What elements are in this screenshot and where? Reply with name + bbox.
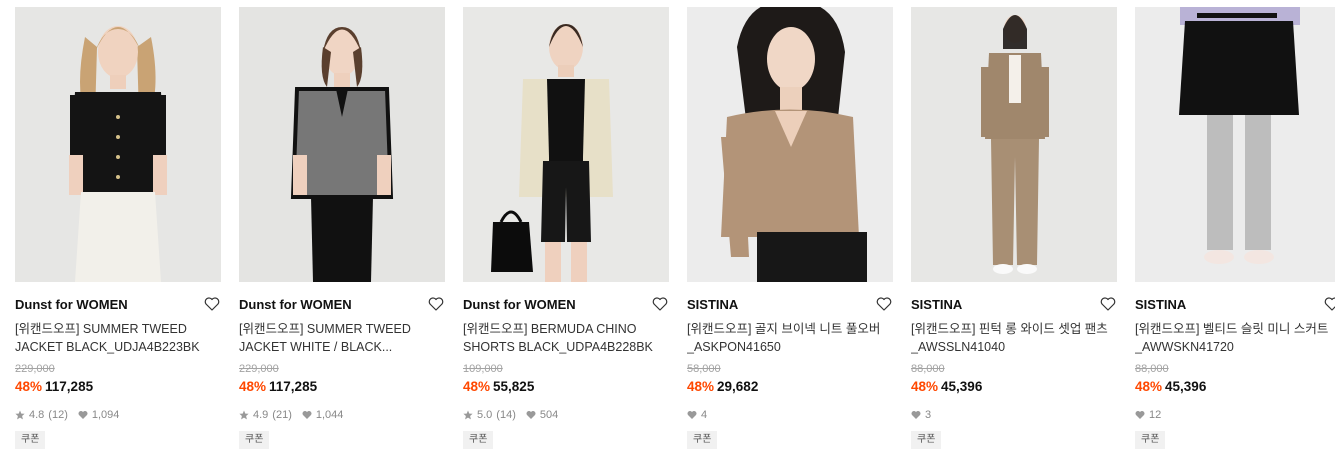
product-image[interactable] — [15, 7, 221, 282]
discount-rate: 48% — [463, 379, 491, 394]
star-icon — [463, 410, 473, 420]
product-image[interactable] — [239, 7, 445, 282]
heart-small-icon — [911, 411, 921, 419]
heart-icon[interactable] — [651, 295, 669, 313]
product-card[interactable]: SISTINA [위캔드오프] 핀턱 롱 와이드 셋업 팬츠 _AWSSLN41… — [911, 7, 1117, 449]
discount-rate: 48% — [1135, 379, 1163, 394]
product-image[interactable] — [463, 7, 669, 282]
rating: 4.9 — [253, 409, 269, 421]
product-name[interactable]: [위캔드오프] BERMUDA CHINO SHORTS BLACK_UDPA4… — [463, 320, 663, 356]
sale-price: 45,396 — [941, 379, 983, 394]
product-card[interactable]: Dunst for WOMEN [위캔드오프] BERMUDA CHINO SH… — [463, 7, 669, 449]
review-count: (14) — [496, 409, 516, 421]
product-card[interactable]: Dunst for WOMEN [위캔드오프] SUMMER TWEED JAC… — [239, 7, 445, 449]
brand-name[interactable]: SISTINA — [1135, 297, 1186, 312]
original-price: 109,000 — [463, 363, 503, 375]
brand-name[interactable]: SISTINA — [911, 297, 962, 312]
brand-name[interactable]: SISTINA — [687, 297, 738, 312]
heart-small-icon — [78, 411, 88, 419]
like-count: 1,094 — [91, 409, 120, 421]
product-name[interactable]: [위캔드오프] SUMMER TWEED JACKET BLACK_UDJA4B… — [15, 320, 215, 356]
like-count: 1,044 — [315, 409, 344, 421]
brand-name[interactable]: Dunst for WOMEN — [239, 297, 352, 312]
like-count: 12 — [1149, 409, 1162, 421]
product-card[interactable]: SISTINA [위캔드오프] 벨티드 슬릿 미니 스커트 _AWWSKN417… — [1135, 7, 1335, 449]
product-name[interactable]: [위캔드오프] 핀턱 롱 와이드 셋업 팬츠 _AWSSLN41040 — [911, 320, 1111, 356]
sale-price: 45,396 — [1165, 379, 1207, 394]
heart-icon[interactable] — [203, 295, 221, 313]
product-image[interactable] — [687, 7, 893, 282]
original-price: 88,000 — [1135, 363, 1169, 375]
star-icon — [239, 410, 249, 420]
brand-name[interactable]: Dunst for WOMEN — [15, 297, 128, 312]
discount-rate: 48% — [911, 379, 939, 394]
like-count: 4 — [701, 409, 708, 421]
original-price: 229,000 — [15, 363, 55, 375]
rating: 5.0 — [477, 409, 493, 421]
product-card[interactable]: Dunst for WOMEN [위캔드오프] SUMMER TWEED JAC… — [15, 7, 221, 449]
product-image[interactable] — [1135, 7, 1335, 282]
heart-small-icon — [302, 411, 312, 419]
review-count: (21) — [272, 409, 292, 421]
heart-icon[interactable] — [1323, 295, 1335, 313]
heart-small-icon — [1135, 411, 1145, 419]
coupon-badge: 쿠폰 — [15, 431, 46, 449]
original-price: 229,000 — [239, 363, 279, 375]
discount-rate: 48% — [687, 379, 715, 394]
heart-small-icon — [687, 411, 697, 419]
coupon-badge: 쿠폰 — [463, 431, 494, 449]
coupon-badge: 쿠폰 — [1135, 431, 1166, 449]
coupon-badge: 쿠폰 — [239, 431, 270, 449]
like-count: 504 — [539, 409, 559, 421]
heart-icon[interactable] — [1099, 295, 1117, 313]
sale-price: 55,825 — [493, 379, 535, 394]
heart-small-icon — [526, 411, 536, 419]
brand-name[interactable]: Dunst for WOMEN — [463, 297, 576, 312]
original-price: 88,000 — [911, 363, 945, 375]
discount-rate: 48% — [15, 379, 43, 394]
original-price: 58,000 — [687, 363, 721, 375]
review-count: (12) — [48, 409, 68, 421]
product-card[interactable]: SISTINA [위캔드오프] 골지 브이넥 니트 풀오버 _ASKPON416… — [687, 7, 893, 449]
star-icon — [15, 410, 25, 420]
product-name[interactable]: [위캔드오프] 벨티드 슬릿 미니 스커트 _AWWSKN41720 — [1135, 320, 1335, 356]
heart-icon[interactable] — [875, 295, 893, 313]
heart-icon[interactable] — [427, 295, 445, 313]
sale-price: 117,285 — [45, 379, 94, 394]
sale-price: 117,285 — [269, 379, 318, 394]
product-name[interactable]: [위캔드오프] 골지 브이넥 니트 풀오버 _ASKPON41650 — [687, 320, 887, 356]
product-name[interactable]: [위캔드오프] SUMMER TWEED JACKET WHITE / BLAC… — [239, 320, 439, 356]
discount-rate: 48% — [239, 379, 267, 394]
coupon-badge: 쿠폰 — [911, 431, 942, 449]
sale-price: 29,682 — [717, 379, 759, 394]
product-grid: Dunst for WOMEN [위캔드오프] SUMMER TWEED JAC… — [15, 7, 1335, 449]
product-image[interactable] — [911, 7, 1117, 282]
rating: 4.8 — [29, 409, 45, 421]
like-count: 3 — [925, 409, 932, 421]
coupon-badge: 쿠폰 — [687, 431, 718, 449]
